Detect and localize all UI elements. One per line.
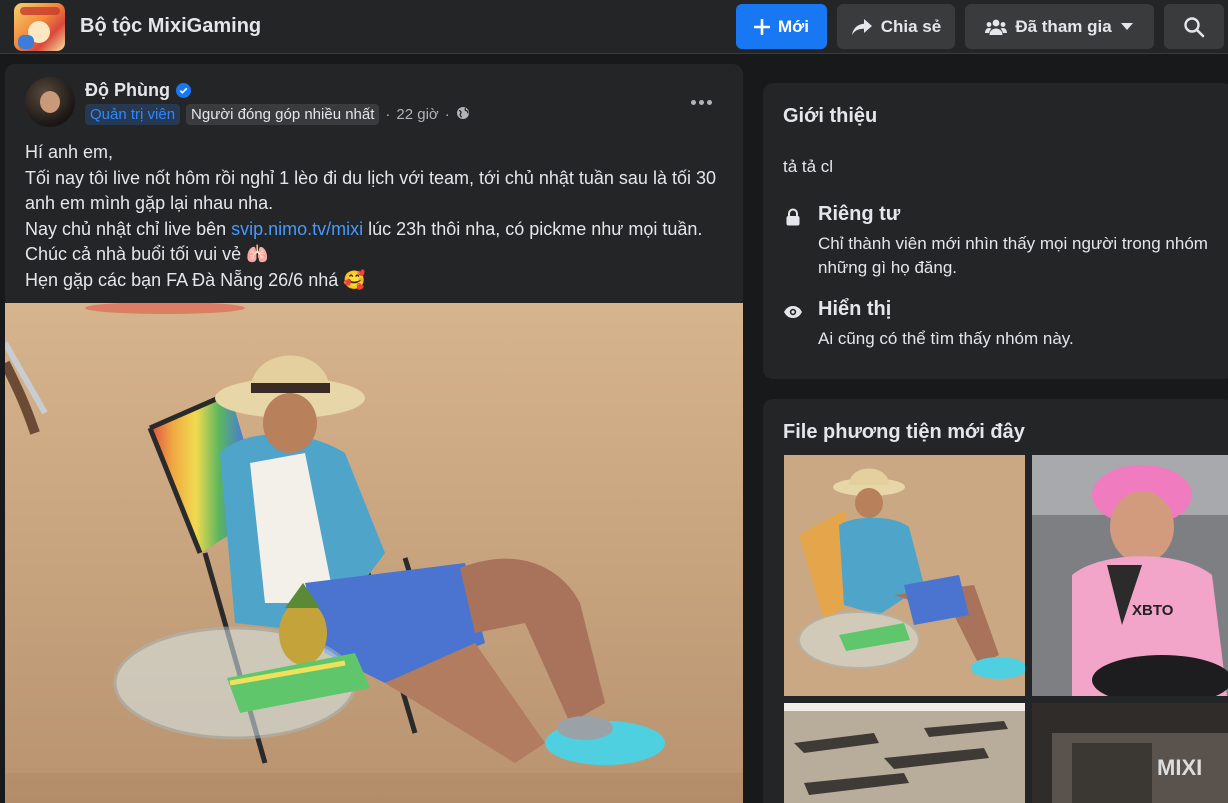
privacy-description: Chỉ thành viên mới nhìn thấy mọi người t… <box>818 234 1208 277</box>
stream-link[interactable]: svip.nimo.tv/mixi <box>231 219 363 239</box>
author-name[interactable]: Độ Phùng <box>85 80 170 101</box>
lock-icon <box>783 207 803 227</box>
share-arrow-icon <box>851 17 873 37</box>
group-cover-thumbnail[interactable] <box>14 3 65 51</box>
post-meta: Quản trị viên Người đóng góp nhiều nhất … <box>85 104 470 125</box>
post-text-line: Nay chủ nhật chỉ live bên svip.nimo.tv/m… <box>25 218 703 265</box>
group-members-icon <box>985 18 1008 36</box>
media-thumbnail-beach[interactable] <box>784 455 1025 696</box>
plus-icon <box>754 18 770 35</box>
about-card: Giới thiệu tả tả cl Riêng tư Chỉ thành v… <box>763 83 1228 379</box>
search-button[interactable] <box>1164 4 1224 49</box>
more-options-button[interactable] <box>683 84 719 120</box>
search-icon <box>1183 16 1205 38</box>
recent-media-card: File phương tiện mới đây XBTO MIXI <box>763 399 1228 803</box>
top-contributor-badge[interactable]: Người đóng góp nhiều nhất <box>186 104 380 125</box>
poster-text: MIXI <box>1157 755 1202 780</box>
post-author: Độ Phùng <box>85 80 191 101</box>
meta-separator: · <box>385 106 391 123</box>
about-title: Giới thiệu <box>783 105 878 127</box>
author-avatar[interactable] <box>25 77 75 127</box>
post-photo[interactable] <box>5 303 743 803</box>
globe-icon <box>456 106 470 124</box>
post-time[interactable]: 22 giờ <box>396 106 438 123</box>
new-post-label: Mới <box>778 16 809 36</box>
meta-separator: · <box>444 106 450 123</box>
post-text-line: Tối nay tôi live nốt hôm rồi nghỉ 1 lèo … <box>25 167 716 214</box>
media-thumbnail-guns[interactable] <box>784 703 1025 803</box>
joined-label: Đã tham gia <box>1015 16 1112 36</box>
media-thumbnail-poster[interactable]: MIXI <box>1032 703 1228 803</box>
recent-media-title: File phương tiện mới đây <box>783 421 1025 443</box>
visibility-title: Hiển thị <box>818 298 892 320</box>
media-thumbnail-pink-jersey[interactable]: XBTO <box>1032 455 1228 696</box>
visibility-description: Ai cũng có thể tìm thấy nhóm này. <box>818 329 1074 348</box>
share-label: Chia sẻ <box>880 16 942 36</box>
group-name[interactable]: Bộ tộc MixiGaming <box>80 15 261 38</box>
joined-button[interactable]: Đã tham gia <box>965 4 1154 49</box>
post-text: Hí anh em, Tối nay tôi live nốt hôm rồi … <box>25 140 725 293</box>
eye-icon <box>783 302 803 322</box>
share-button[interactable]: Chia sẻ <box>837 4 955 49</box>
admin-badge[interactable]: Quản trị viên <box>85 104 181 125</box>
privacy-title: Riêng tư <box>818 203 901 225</box>
about-description: tả tả cl <box>783 157 834 176</box>
jersey-brand-text: XBTO <box>1132 602 1174 619</box>
group-header: Bộ tộc MixiGaming Mới Chia sẻ Đã tham gi… <box>0 0 1228 54</box>
caret-down-icon <box>1120 22 1134 31</box>
post-text-line: Hẹn gặp các bạn FA Đà Nẵng 26/6 nhá 🥰 <box>25 269 366 290</box>
group-post: Độ Phùng Quản trị viên Người đóng góp nh… <box>5 64 743 803</box>
verified-badge-icon <box>175 83 191 98</box>
post-text-line: Hí anh em, <box>25 142 114 162</box>
new-post-button[interactable]: Mới <box>736 4 827 49</box>
